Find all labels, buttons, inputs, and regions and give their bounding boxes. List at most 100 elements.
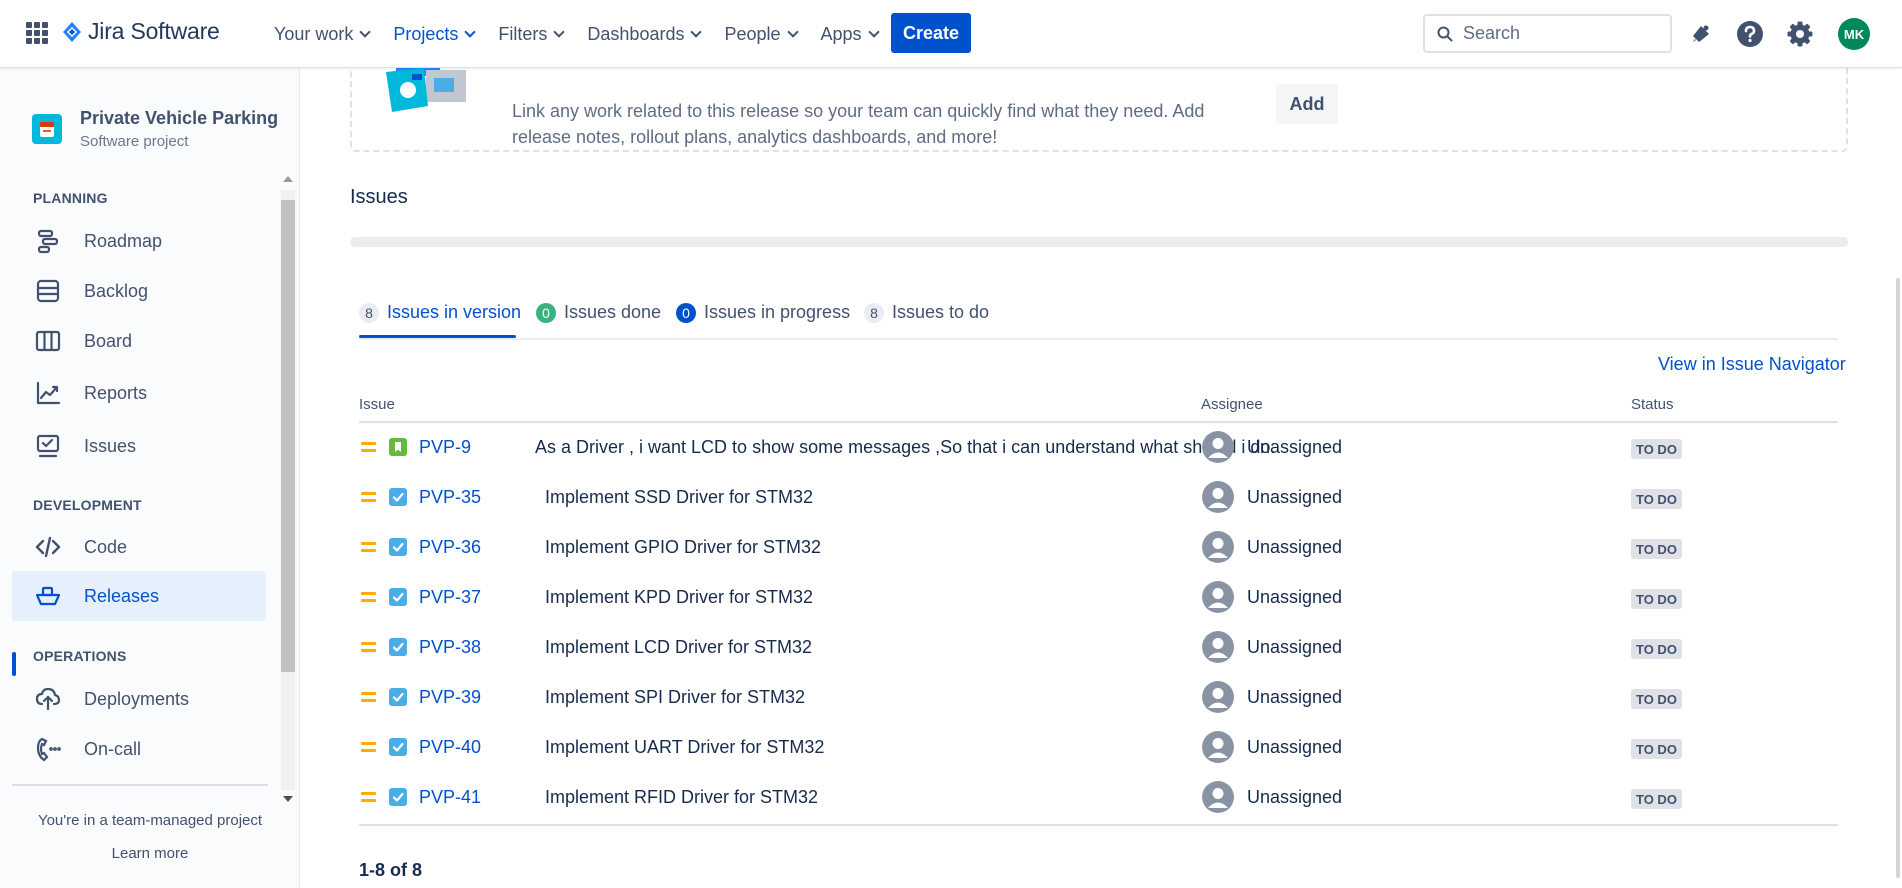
assignee-name[interactable]: Unassigned xyxy=(1247,737,1342,758)
assignee-name[interactable]: Unassigned xyxy=(1247,487,1342,508)
table-row[interactable]: PVP-41 Implement RFID Driver for STM32 Una… xyxy=(359,774,1838,824)
status-badge[interactable]: TO DO xyxy=(1631,689,1682,709)
search-field[interactable] xyxy=(1423,14,1672,53)
issue-key-link[interactable]: PVP-38 xyxy=(419,637,481,658)
scrollbar-thumb[interactable] xyxy=(281,200,295,672)
table-row[interactable]: PVP-9 As a Driver , i want LCD to show so… xyxy=(359,424,1838,474)
assignee-name[interactable]: Unassigned xyxy=(1247,637,1342,658)
table-row[interactable]: PVP-37 Implement KPD Driver for STM32 Unas… xyxy=(359,574,1838,624)
status-badge[interactable]: TO DO xyxy=(1631,539,1682,559)
project-header[interactable]: Private Vehicle Parking Software project xyxy=(32,108,278,150)
settings-gear-icon[interactable] xyxy=(1786,20,1814,48)
priority-medium-icon xyxy=(361,741,376,753)
issue-summary[interactable]: Implement SSD Driver for STM32 xyxy=(545,487,813,508)
sidebar-scrollbar[interactable] xyxy=(279,176,297,806)
nav-projects[interactable]: Projects xyxy=(381,0,486,68)
assignee-name[interactable]: Unassigned xyxy=(1247,537,1342,558)
status-badge[interactable]: TO DO xyxy=(1631,589,1682,609)
sidebar-item-on-call[interactable]: On-call xyxy=(12,724,266,774)
scrollbar-thumb[interactable] xyxy=(1896,278,1900,878)
status-badge[interactable]: TO DO xyxy=(1631,789,1682,809)
issue-summary[interactable]: Implement RFID Driver for STM32 xyxy=(545,787,818,808)
issue-key-link[interactable]: PVP-37 xyxy=(419,587,481,608)
status-badge[interactable]: TO DO xyxy=(1631,739,1682,759)
page-scrollbar[interactable] xyxy=(1896,68,1902,888)
tab-label: Issues done xyxy=(564,302,662,322)
sidebar-item-issues[interactable]: Issues xyxy=(12,421,266,471)
table-row[interactable]: PVP-35 Implement SSD Driver for STM32 Unas… xyxy=(359,474,1838,524)
user-avatar[interactable]: MK xyxy=(1838,18,1870,50)
assignee-name[interactable]: Unassigned xyxy=(1247,687,1342,708)
board-icon xyxy=(34,327,62,355)
story-icon xyxy=(389,438,407,456)
search-input[interactable] xyxy=(1463,23,1653,44)
pagination-summary: 1-8 of 8 xyxy=(359,860,423,880)
table-row[interactable]: PVP-36 Implement GPIO Driver for STM32 Una… xyxy=(359,524,1838,574)
tab-issues-in-version[interactable]: 8 Issues in version xyxy=(359,302,521,323)
jira-logo[interactable]: Jira Software xyxy=(62,18,220,45)
section-operations: OPERATIONS xyxy=(33,648,127,664)
sidebar-item-code[interactable]: Code xyxy=(12,522,266,572)
issue-key-link[interactable]: PVP-41 xyxy=(419,787,481,808)
chevron-down-icon xyxy=(690,26,703,38)
tab-issues-to-do[interactable]: 8 Issues to do xyxy=(864,302,989,323)
app-switcher-icon[interactable] xyxy=(26,22,48,44)
sidebar-item-roadmap[interactable]: Roadmap xyxy=(12,216,266,266)
scroll-up-arrow-icon[interactable] xyxy=(283,176,293,182)
status-badge[interactable]: TO DO xyxy=(1631,639,1682,659)
sidebar-item-reports[interactable]: Reports xyxy=(12,368,266,418)
table-footer-divider xyxy=(359,824,1838,826)
issue-key-link[interactable]: PVP-35 xyxy=(419,487,481,508)
table-row[interactable]: PVP-39 Implement SPI Driver for STM32 Unas… xyxy=(359,674,1838,724)
column-header-issue[interactable]: Issue xyxy=(359,396,395,413)
sidebar-item-board[interactable]: Board xyxy=(12,316,266,366)
task-icon xyxy=(389,538,407,556)
nav-people[interactable]: People xyxy=(712,0,808,68)
add-button[interactable]: Add xyxy=(1276,84,1338,124)
issue-key-link[interactable]: PVP-9 xyxy=(419,437,471,458)
scroll-down-arrow-icon[interactable] xyxy=(283,796,293,802)
task-icon xyxy=(389,488,407,506)
issue-summary[interactable]: Implement SPI Driver for STM32 xyxy=(545,687,805,708)
tab-issues-done[interactable]: 0 Issues done xyxy=(536,302,661,323)
issue-key-link[interactable]: PVP-36 xyxy=(419,537,481,558)
priority-medium-icon xyxy=(361,641,376,653)
jira-diamond-icon xyxy=(63,21,81,42)
issue-summary[interactable]: Implement UART Driver for STM32 xyxy=(545,737,824,758)
status-badge[interactable]: TO DO xyxy=(1631,489,1682,509)
issue-key-link[interactable]: PVP-40 xyxy=(419,737,481,758)
nav-your-work[interactable]: Your work xyxy=(262,0,381,68)
unassigned-avatar-icon xyxy=(1202,581,1234,613)
task-icon xyxy=(389,788,407,806)
table-row[interactable]: PVP-40 Implement UART Driver for STM32 Una… xyxy=(359,724,1838,774)
sidebar-item-backlog[interactable]: Backlog xyxy=(12,266,266,316)
sidebar-item-deployments[interactable]: Deployments xyxy=(12,674,266,724)
nav-apps[interactable]: Apps xyxy=(809,0,890,68)
assignee-name[interactable]: Unassigned xyxy=(1247,587,1342,608)
create-button[interactable]: Create xyxy=(891,13,971,53)
notifications-icon[interactable] xyxy=(1687,20,1715,48)
status-badge[interactable]: TO DO xyxy=(1631,439,1682,459)
assignee-name[interactable]: Unassigned xyxy=(1247,437,1342,458)
tab-issues-in-progress[interactable]: 0 Issues in progress xyxy=(676,302,850,323)
issue-summary[interactable]: Implement KPD Driver for STM32 xyxy=(545,587,813,608)
project-sidebar: Private Vehicle Parking Software project… xyxy=(0,68,300,888)
column-header-status[interactable]: Status xyxy=(1631,396,1674,413)
issue-summary[interactable]: As a Driver , i want LCD to show some me… xyxy=(535,437,1275,458)
issue-summary[interactable]: Implement GPIO Driver for STM32 xyxy=(545,537,821,558)
chevron-down-icon xyxy=(786,26,799,38)
nav-dashboards[interactable]: Dashboards xyxy=(575,0,712,68)
issue-tabs: 8 Issues in version 0 Issues done 0 Issu… xyxy=(359,296,1838,340)
issue-key-link[interactable]: PVP-39 xyxy=(419,687,481,708)
learn-more-link[interactable]: Learn more xyxy=(0,845,300,862)
table-row[interactable]: PVP-38 Implement LCD Driver for STM32 Unas… xyxy=(359,624,1838,674)
issue-summary[interactable]: Implement LCD Driver for STM32 xyxy=(545,637,812,658)
help-icon[interactable] xyxy=(1736,20,1764,48)
chevron-down-icon xyxy=(867,26,880,38)
assignee-name[interactable]: Unassigned xyxy=(1247,787,1342,808)
nav-filters[interactable]: Filters xyxy=(486,0,575,68)
column-header-assignee[interactable]: Assignee xyxy=(1201,396,1263,413)
sidebar-item-releases[interactable]: Releases xyxy=(12,571,266,621)
view-in-issue-navigator-link[interactable]: View in Issue Navigator xyxy=(1658,354,1846,375)
team-managed-note: You're in a team-managed project xyxy=(37,812,263,829)
